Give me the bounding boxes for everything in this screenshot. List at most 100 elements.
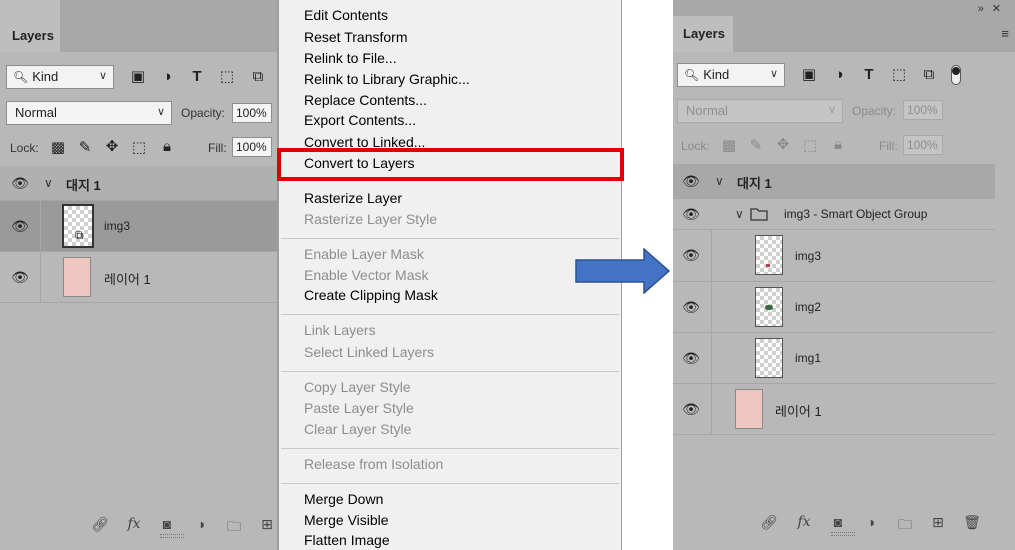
type-filter-icon[interactable]: T [187,67,207,87]
layers-tab[interactable]: Layers [673,16,733,52]
menu-item[interactable]: Merge Down [304,491,383,507]
link-layers-icon[interactable]: 🔗︎ [90,516,110,533]
divider [711,230,712,281]
menu-item[interactable]: Link Layers [304,322,376,338]
panel-bottom-bar: 🔗︎ fx ◙ ◑ 🗀︎ ⊞ 🗑︎ [673,508,1015,538]
lock-brush-icon[interactable]: ✎ [747,136,765,154]
adjustment-filter-icon[interactable]: ◑ [157,67,177,87]
menu-item[interactable]: Select Linked Layers [304,344,434,360]
layer-name: img3 [795,249,822,263]
fx-icon[interactable]: fx [794,514,814,530]
menu-item[interactable]: Enable Layer Mask [304,246,424,262]
lock-brush-icon[interactable]: ✎ [76,138,94,156]
layer-thumbnail [755,287,783,327]
visibility-eye-icon[interactable]: 👁︎ [10,269,30,286]
lock-transparency-icon[interactable]: ▩ [720,136,738,154]
visibility-eye-icon[interactable]: 👁︎ [681,299,701,316]
fill-input[interactable]: 100% [903,135,943,155]
lock-move-icon[interactable]: ✥ [103,137,121,155]
pixel-filter-icon[interactable]: ▣ [128,67,148,87]
chevron-down-icon: ∨ [769,68,778,80]
menu-item[interactable]: Rasterize Layer [304,190,402,206]
menu-item[interactable]: Enable Vector Mask [304,267,429,283]
menu-item[interactable]: Merge Visible [304,512,389,528]
filter-kind-dropdown[interactable]: 🔍︎ Kind ∨ [6,65,114,89]
blend-mode-dropdown[interactable]: Normal ∨ [677,99,843,123]
collapse-icon[interactable]: » [978,3,992,15]
filter-toggle[interactable] [951,65,961,85]
adjustment-layer-icon[interactable]: ◑ [861,514,881,530]
menu-item[interactable]: Release from Isolation [304,456,443,472]
layers-tab[interactable]: Layers [0,0,60,52]
menu-item[interactable]: Flatten Image [304,532,390,548]
adjustment-filter-icon[interactable]: ◑ [829,65,849,85]
visibility-eye-icon[interactable]: 👁︎ [681,350,701,367]
chevron-down-icon[interactable]: ∨ [715,174,724,188]
layer-row[interactable]: 👁︎ 레이어 1 [0,252,277,303]
menu-item[interactable]: Rasterize Layer Style [304,211,437,227]
visibility-eye-icon[interactable]: 👁︎ [681,173,701,190]
menu-separator [281,314,619,315]
lock-artboard-icon[interactable]: ⬚ [130,138,148,156]
layer-row[interactable]: 👁︎ img1 [673,333,995,384]
menu-item[interactable]: Replace Contents... [304,92,427,108]
layer-row[interactable]: 👁︎ img3 [673,230,995,282]
type-filter-icon[interactable]: T [859,65,879,85]
visibility-eye-icon[interactable]: 👁︎ [681,247,701,264]
shape-filter-icon[interactable]: ⬚ [217,67,237,87]
lock-all-icon[interactable]: 🔒︎ [158,138,176,155]
artboard-row[interactable]: 👁︎ ∨ 대지 1 [0,166,277,201]
pixel-filter-icon[interactable]: ▣ [799,65,819,85]
chevron-down-icon: ∨ [827,104,836,116]
folder-icon[interactable]: 🗀︎ [224,516,244,540]
visibility-eye-icon[interactable]: 👁︎ [681,401,701,418]
folder-icon[interactable]: 🗀︎ [895,514,915,538]
panel-menu-icon[interactable]: ≡ [1001,26,1009,41]
lock-artboard-icon[interactable]: ⬚ [801,136,819,154]
group-row[interactable]: 👁︎ ∨ img3 - Smart Object Group [673,199,995,230]
new-layer-icon[interactable]: ⊞ [928,514,948,531]
lock-move-icon[interactable]: ✥ [774,135,792,153]
layer-row[interactable]: 👁︎ img2 [673,282,995,333]
menu-item[interactable]: Copy Layer Style [304,379,411,395]
blend-mode-dropdown[interactable]: Normal ∨ [6,101,172,125]
smart-object-filter-icon[interactable]: ⧉ [248,67,268,87]
menu-item[interactable]: Paste Layer Style [304,400,414,416]
menu-item[interactable]: Create Clipping Mask [304,287,438,303]
filter-kind-dropdown[interactable]: 🔍︎ Kind ∨ [677,63,785,87]
link-layers-icon[interactable]: 🔗︎ [759,514,779,531]
chevron-down-icon[interactable]: ∨ [44,176,53,190]
shape-filter-icon[interactable]: ⬚ [889,65,909,85]
trash-icon[interactable]: 🗑︎ [962,514,982,531]
lock-all-icon[interactable]: 🔒︎ [829,136,847,153]
menu-item[interactable]: Export Contents... [304,112,416,128]
opacity-input[interactable]: 100% [903,100,943,120]
opacity-input[interactable]: 100% [232,103,272,123]
add-mask-icon[interactable]: ◙ [157,516,177,532]
chevron-down-icon[interactable]: ∨ [735,207,744,221]
new-layer-icon[interactable]: ⊞ [257,516,277,533]
menu-item[interactable]: Reset Transform [304,29,407,45]
layer-row[interactable]: 👁︎ 레이어 1 [673,384,995,435]
menu-item[interactable]: Relink to File... [304,50,397,66]
add-mask-icon[interactable]: ◙ [828,514,848,530]
fill-label: Fill: [879,139,898,153]
adjustment-layer-icon[interactable]: ◑ [191,516,211,532]
visibility-eye-icon[interactable]: 👁︎ [681,206,701,223]
smart-object-filter-icon[interactable]: ⧉ [919,65,939,85]
menu-item[interactable]: Edit Contents [304,7,388,23]
artboard-row[interactable]: 👁︎ ∨ 대지 1 [673,164,995,199]
close-icon[interactable]: ✕ [992,3,1009,15]
menu-item[interactable]: Clear Layer Style [304,421,411,437]
layer-row[interactable]: 👁︎ ⧉ img3 [0,201,277,252]
lock-transparency-icon[interactable]: ▩ [49,138,67,156]
divider [40,252,41,302]
fill-input[interactable]: 100% [232,137,272,157]
resize-grip[interactable] [160,534,184,538]
visibility-eye-icon[interactable]: 👁︎ [10,218,30,235]
menu-item[interactable]: Relink to Library Graphic... [304,71,470,87]
fx-icon[interactable]: fx [124,516,144,532]
resize-grip[interactable] [831,532,855,536]
visibility-eye-icon[interactable]: 👁︎ [10,175,30,192]
thumbnail-content [766,264,770,267]
